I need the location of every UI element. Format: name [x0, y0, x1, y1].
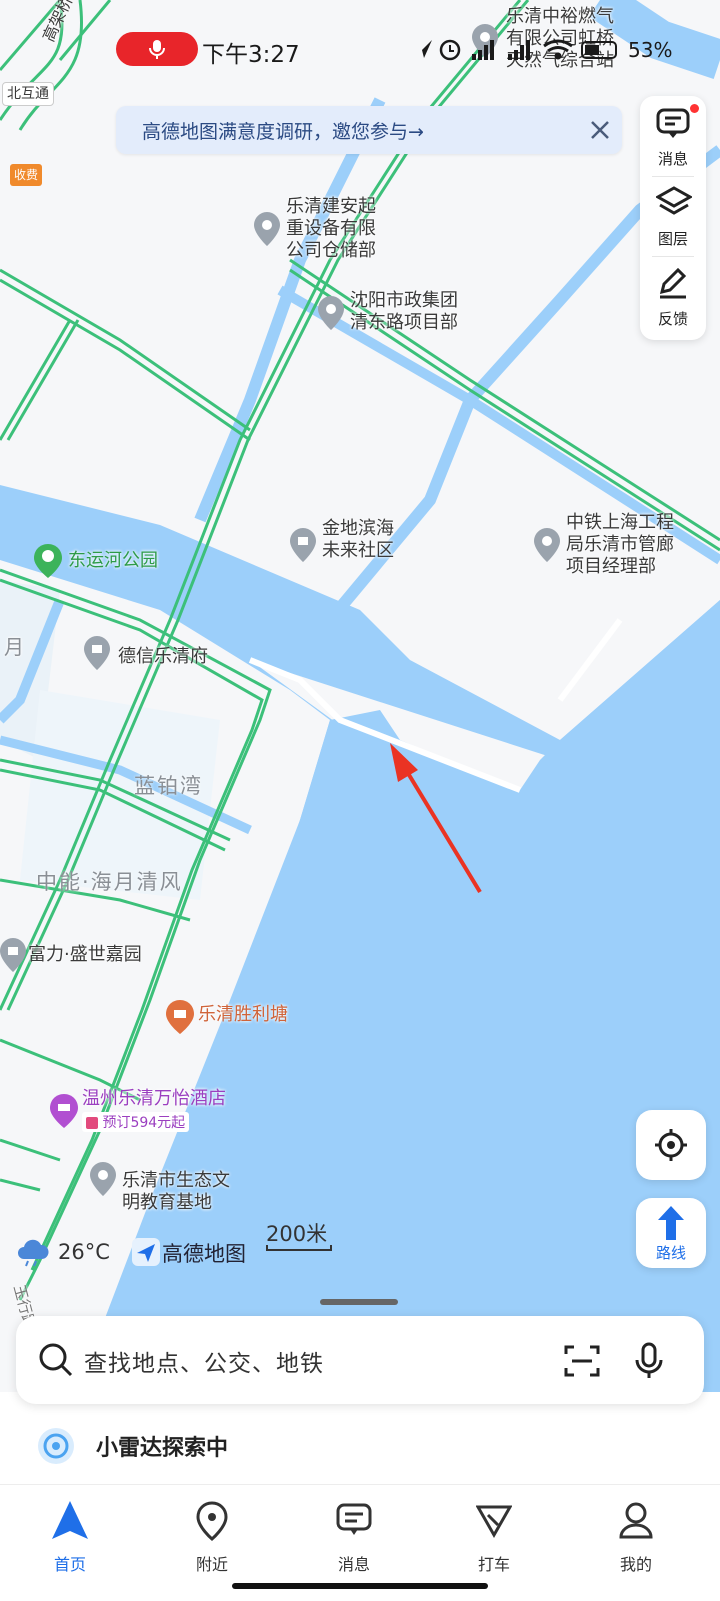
edit-pencil-icon [659, 267, 687, 299]
nav-taxi-label: 打车 [477, 1555, 510, 1574]
area-label-zhongneng: 中能·海月清风 [36, 870, 183, 894]
price-tag-icon [86, 1117, 98, 1129]
nav-messages-label: 消息 [337, 1555, 370, 1574]
locate-crosshair-icon [655, 1129, 687, 1161]
poi-pin-icon[interactable] [90, 1162, 116, 1196]
battery-percent: 53% [628, 38, 673, 62]
nav-profile-label: 我的 [619, 1555, 652, 1574]
route-arrow-icon [658, 1206, 684, 1240]
survey-banner[interactable]: 高德地图满意度调研，邀您参与→ [116, 106, 622, 154]
map-label-equipment[interactable]: 乐清建安起 重设备有限 公司仓储部 [286, 196, 376, 262]
map-label-moon: 月 [4, 635, 24, 659]
alarm-icon [439, 39, 461, 61]
search-input[interactable]: 查找地点、公交、地铁 [84, 1344, 324, 1378]
home-navigation-icon [52, 1501, 88, 1539]
locate-button[interactable] [636, 1110, 706, 1180]
map-label-eco-base[interactable]: 乐清市生态文 明教育基地 [122, 1170, 230, 1214]
layers-button[interactable]: 图层 [640, 176, 706, 256]
layers-label: 图层 [657, 230, 688, 248]
nav-home-label: 首页 [53, 1555, 86, 1574]
route-button[interactable]: 路线 [636, 1198, 706, 1268]
message-icon [656, 108, 690, 138]
feedback-label: 反馈 [657, 310, 688, 328]
scan-icon[interactable] [564, 1344, 600, 1378]
map-label-interchange: 北互通 [2, 82, 54, 106]
location-arrow-icon [414, 40, 432, 58]
taxi-icon [476, 1505, 512, 1539]
amap-logo-icon [132, 1238, 160, 1266]
voice-mic-icon[interactable] [634, 1342, 664, 1380]
nav-nearby-label: 附近 [195, 1555, 228, 1574]
brand-name: 高德地图 [162, 1242, 246, 1266]
map-label-fuli[interactable]: 富力·盛世嘉园 [28, 944, 142, 966]
park-icon[interactable] [34, 544, 62, 578]
poi-community-icon[interactable] [0, 938, 26, 972]
profile-user-icon [619, 1502, 653, 1539]
poi-pin-icon[interactable] [254, 212, 280, 246]
temperature[interactable]: 26°C [58, 1240, 110, 1264]
close-icon[interactable] [588, 118, 612, 142]
route-label: 路线 [655, 1244, 686, 1262]
scale-bar [266, 1245, 332, 1251]
messages-label: 消息 [657, 150, 688, 168]
home-indicator[interactable] [232, 1583, 488, 1589]
banner-text[interactable]: 高德地图满意度调研，邀您参与→ [142, 117, 424, 144]
status-time: 下午3:27 [202, 42, 300, 68]
map-label-park[interactable]: 东运河公园 [68, 550, 158, 572]
landmark-icon[interactable] [166, 1000, 194, 1034]
radar-text[interactable]: 小雷达探索中 [96, 1430, 228, 1462]
map-label-hotel[interactable]: 温州乐清万怡酒店 [82, 1088, 226, 1110]
hotel-price-badge[interactable]: 预订594元起 [82, 1112, 190, 1132]
poi-community-icon[interactable] [290, 528, 316, 562]
microphone-icon [149, 40, 165, 59]
radar-icon [38, 1428, 74, 1464]
map-label-china-railway[interactable]: 中铁上海工程 局乐清市管廊 项目经理部 [566, 512, 674, 578]
signal-hd-icon [472, 40, 494, 60]
layers-icon [656, 186, 692, 215]
hotel-icon[interactable] [50, 1094, 78, 1128]
location-pin-icon [196, 1501, 228, 1541]
map-label-shenyang[interactable]: 沈阳市政集团 清东路项目部 [350, 290, 458, 334]
toll-badge: 收费 [10, 164, 43, 186]
map-label-shengli[interactable]: 乐清胜利塘 [198, 1004, 288, 1026]
message-icon [336, 1503, 372, 1535]
feedback-button[interactable]: 反馈 [640, 256, 706, 336]
map-label-dexin[interactable]: 德信乐清府 [118, 646, 208, 668]
recording-indicator[interactable] [116, 32, 198, 66]
search-icon [39, 1343, 73, 1377]
cloud-icon [18, 1239, 49, 1267]
poi-pin-icon[interactable] [534, 528, 560, 562]
wifi-icon [543, 39, 573, 60]
poi-pin-icon[interactable] [318, 296, 344, 330]
battery-icon [581, 41, 617, 59]
map-label-jindi[interactable]: 金地滨海 未来社区 [322, 518, 394, 562]
sheet-handle[interactable] [320, 1299, 398, 1305]
hotel-price-text: 预订594元起 [102, 1115, 186, 1131]
search-bar[interactable]: 查找地点、公交、地铁 [16, 1316, 704, 1404]
notification-dot [690, 104, 699, 113]
map-tools-panel: 消息 图层 反馈 [640, 96, 706, 340]
poi-community-icon[interactable] [84, 636, 110, 670]
signal-hd-icon [508, 40, 530, 60]
area-label-lanbowan: 蓝铂湾 [134, 774, 203, 798]
scale-label: 200米 [266, 1222, 328, 1246]
